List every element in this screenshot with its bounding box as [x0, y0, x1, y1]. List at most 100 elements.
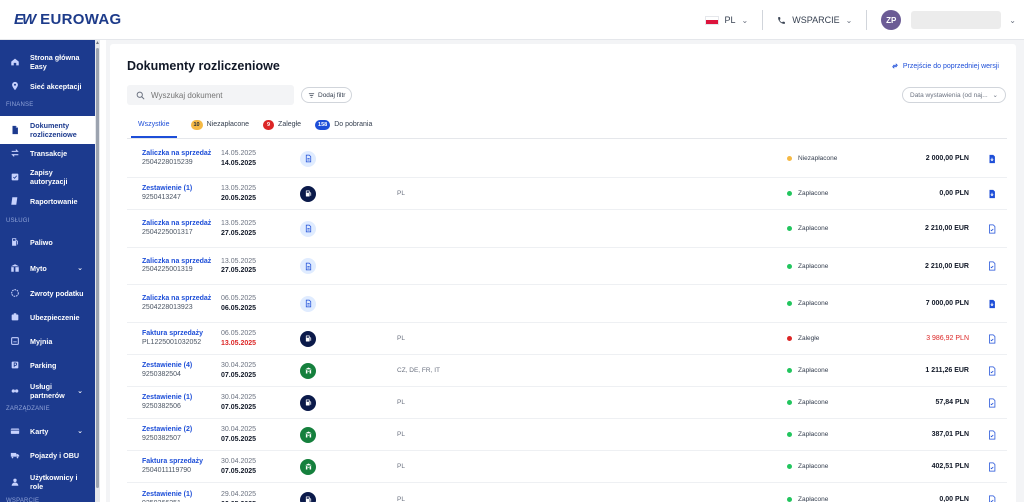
document-number: 9250382506 — [142, 402, 181, 410]
partners-icon — [10, 386, 20, 396]
document-title-link[interactable]: Zaliczka na sprzedaż — [142, 150, 212, 159]
status-badge: Zapłacone — [787, 399, 828, 406]
table-row[interactable]: Zaliczka na sprzedaż 2504225001317 13.05.2… — [127, 210, 1007, 248]
chevron-down-icon: ⌄ — [77, 427, 83, 435]
table-row[interactable]: Faktura sprzedaży PL1225001032052 06.05.20… — [127, 323, 1007, 355]
tab-unpaid[interactable]: 10 Niezapłacone — [190, 118, 250, 138]
user-name-redacted[interactable] — [911, 11, 1002, 29]
status-label: Zapłacone — [798, 367, 829, 374]
document-title-link[interactable]: Faktura sprzedaży — [142, 458, 212, 467]
table-row[interactable]: Zestawienie (2) 9250382507 30.04.2025 07.05… — [127, 419, 1007, 451]
table-row[interactable]: Zaliczka na sprzedaż 2504225001319 13.05.2… — [127, 248, 1007, 285]
sidebar-item[interactable]: Użytkownicy i role — [0, 470, 95, 494]
document-name-cell: Zaliczka na sprzedaż 2504228013923 — [142, 295, 212, 312]
previous-version-link[interactable]: Przejście do poprzedniej wersji — [891, 62, 999, 70]
document-title-link[interactable]: Zaliczka na sprzedaż — [142, 220, 212, 229]
sidebar-section-label: ZARZĄDZANIE — [6, 406, 50, 412]
issue-date: 30.04.2025 — [221, 426, 257, 433]
amount: 1 211,26 EUR — [925, 367, 969, 374]
document-title-link[interactable]: Faktura sprzedaży — [142, 330, 212, 339]
language-selector[interactable]: PL ⌄ — [691, 15, 763, 25]
car-wash-icon — [10, 336, 20, 346]
downloaded-icon[interactable] — [987, 494, 997, 502]
table-row[interactable]: Zestawienie (1) 9250382506 30.04.2025 07.05… — [127, 387, 1007, 419]
download-icon[interactable] — [987, 299, 997, 309]
report-icon — [10, 196, 20, 206]
document-title-link[interactable]: Zaliczka na sprzedaż — [142, 258, 212, 267]
sidebar-item[interactable]: Transakcje — [0, 144, 95, 162]
sidebar-item[interactable]: Zwroty podatku — [0, 284, 95, 302]
download-icon[interactable] — [987, 189, 997, 199]
downloaded-icon[interactable] — [987, 261, 997, 271]
status-dot — [787, 464, 792, 469]
dates-cell: 13.05.2025 27.05.2025 — [221, 257, 256, 276]
downloaded-icon[interactable] — [987, 461, 997, 472]
table-row[interactable]: Zestawienie (4) 9250382504 30.04.2025 07.05… — [127, 355, 1007, 387]
sidebar-scrollbar[interactable]: ▲ — [95, 40, 100, 502]
document-title-link[interactable]: Zaliczka na sprzedaż — [142, 295, 212, 304]
sidebar-item-label: Zapisy autoryzacji — [30, 168, 68, 186]
sidebar-item[interactable]: Paliwo — [0, 233, 95, 251]
sidebar-item-label: Parking — [30, 360, 57, 370]
sidebar-item-label: Karty — [30, 426, 49, 436]
downloaded-icon[interactable] — [987, 397, 997, 408]
country-list: PL — [397, 463, 405, 470]
document-name-cell: Zestawienie (2) 9250382507 — [142, 426, 212, 443]
table-row[interactable]: Zaliczka na sprzedaż 2504228015239 14.05.2… — [127, 140, 1007, 178]
sidebar-item[interactable]: Myjnia — [0, 332, 95, 350]
document-tabs: Wszystkie 10 Niezapłacone 9 Zaległe 158 Do pob… — [127, 119, 1007, 139]
search-box[interactable] — [127, 85, 294, 105]
support-menu[interactable]: WSPARCIE ⌄ — [763, 15, 866, 25]
sidebar-item[interactable]: Sieć akceptacji — [0, 78, 95, 94]
sort-select[interactable]: Data wystawienia (od naj... ⌄ — [902, 87, 1006, 103]
sidebar-item[interactable]: Usługi partnerów ⌄ — [0, 378, 95, 404]
document-title-link[interactable]: Zestawienie (1) — [142, 394, 212, 403]
country-list: PL — [397, 190, 405, 197]
tab-all[interactable]: Wszystkie — [131, 118, 177, 138]
sidebar-item-label: Dokumenty rozliczeniowe — [30, 121, 77, 139]
dates-cell: 30.04.2025 07.05.2025 — [221, 393, 256, 412]
search-input[interactable] — [151, 90, 281, 100]
tab-label: Niezapłacone — [206, 121, 250, 128]
status-dot — [787, 156, 792, 161]
table-row[interactable]: Zestawienie (1)9250366251 29.04.202506.05… — [127, 483, 1007, 502]
download-icon[interactable] — [987, 154, 997, 164]
table-row[interactable]: Faktura sprzedaży 2504011119790 30.04.2025… — [127, 451, 1007, 483]
sidebar-item[interactable]: Myto ⌄ — [0, 259, 95, 277]
sidebar-item[interactable]: Ubezpieczenie — [0, 308, 95, 326]
sidebar-item[interactable]: Zapisy autoryzacji — [0, 164, 95, 190]
main-content: Dokumenty rozliczeniowe Przejście do pop… — [106, 40, 1024, 502]
status-badge: Zapłacone — [787, 263, 828, 270]
chevron-down-icon[interactable]: ⌄ — [1009, 16, 1016, 25]
downloaded-icon[interactable] — [987, 429, 997, 440]
issue-date: 29.04.2025 — [221, 491, 257, 498]
tab-to-download[interactable]: 158 Do pobrania — [315, 118, 372, 138]
downloaded-icon[interactable] — [987, 223, 997, 234]
tab-overdue[interactable]: 9 Zaległe — [263, 118, 301, 138]
add-filter-button[interactable]: Dodaj filtr — [301, 87, 353, 103]
dates-cell: 06.05.2025 06.05.2025 — [221, 294, 256, 313]
language-label: PL — [724, 15, 736, 25]
sidebar-item[interactable]: Dokumenty rozliczeniowe — [0, 116, 95, 144]
sidebar-item[interactable]: Karty ⌄ — [0, 422, 95, 440]
sidebar-item[interactable]: Strona główna Easy — [0, 48, 95, 76]
sidebar-item[interactable]: Raportowanie — [0, 192, 95, 210]
tab-count-badge: 10 — [190, 119, 203, 130]
table-row[interactable]: Zaliczka na sprzedaż 2504228013923 06.05.2… — [127, 285, 1007, 323]
avatar[interactable]: ZP — [881, 10, 902, 30]
document-title-link[interactable]: Zestawienie (1) — [142, 491, 212, 500]
downloaded-icon[interactable] — [987, 333, 997, 344]
document-title-link[interactable]: Zestawienie (4) — [142, 362, 212, 371]
table-row[interactable]: Zestawienie (1) 9250413247 13.05.2025 20.05… — [127, 178, 1007, 210]
document-title-link[interactable]: Zestawienie (2) — [142, 426, 212, 435]
sidebar: ▲ Strona główna Easy Sieć akceptacji FINAN… — [0, 40, 100, 502]
location-pin-icon — [10, 81, 20, 91]
sidebar-item[interactable]: Pojazdy i OBU — [0, 446, 95, 464]
toll-icon — [10, 263, 20, 273]
issue-date: 06.05.2025 — [221, 295, 257, 302]
sidebar-item[interactable]: Parking — [0, 356, 95, 374]
downloaded-icon[interactable] — [987, 365, 997, 376]
logo[interactable]: EW EUROWAG — [14, 11, 121, 28]
sidebar-item-label: Paliwo — [30, 237, 53, 247]
document-title-link[interactable]: Zestawienie (1) — [142, 185, 212, 194]
